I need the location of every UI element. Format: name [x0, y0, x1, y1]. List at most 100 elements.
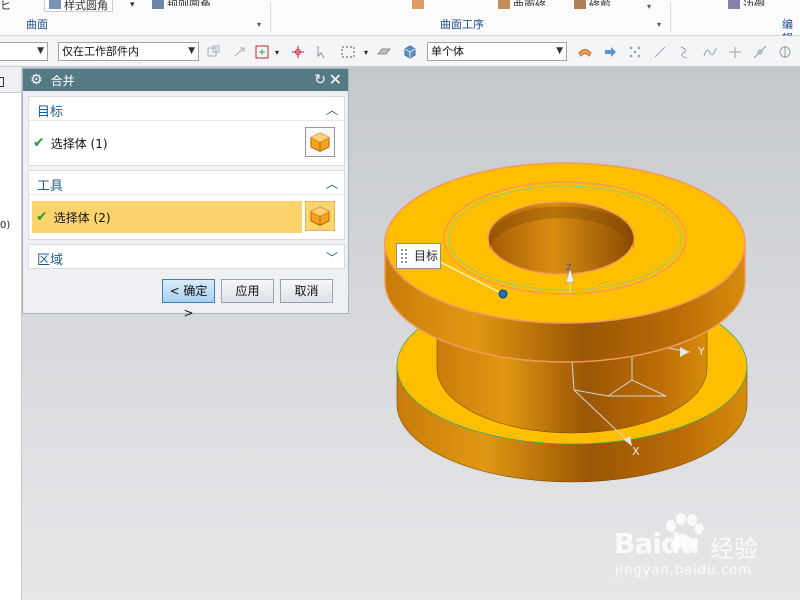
- ribbon-group-surface-more[interactable]: ▾: [257, 20, 261, 29]
- ribbon-separator: [270, 2, 271, 32]
- snap-arrow-icon[interactable]: [232, 44, 248, 60]
- body-rule-select[interactable]: 单个体 ▼: [427, 42, 567, 61]
- point-snap-icon[interactable]: [290, 44, 306, 60]
- intersection-snap-icon[interactable]: [727, 44, 743, 60]
- tool-select-body[interactable]: ✔ 选择体 (2): [32, 201, 302, 233]
- watermark-logo: Baidu: [614, 527, 700, 560]
- dialog-title-bar[interactable]: ⚙ 合并 ↻ ✕: [23, 69, 348, 91]
- style-blend-label: 样式圆角: [64, 0, 108, 12]
- unite-dialog: ⚙ 合并 ↻ ✕ 目标 ︿ ✔ 选择体 (1) 工具 ︿ ✔ 选择体 (2) 区…: [22, 68, 349, 320]
- trim-dropdown[interactable]: ▾: [647, 2, 651, 11]
- target-callout-label: 目标: [414, 249, 439, 263]
- rule-blend-button[interactable]: 规则圆角: [152, 0, 227, 13]
- rectangle-select-dropdown[interactable]: ▾: [361, 44, 371, 60]
- cube-icon: [310, 206, 330, 227]
- surface-trim-op-button[interactable]: 曲面修剪: [498, 0, 549, 13]
- part-navigator-strip: 0): [0, 67, 22, 600]
- edge-blend-button[interactable]: 边倒圆: [728, 0, 773, 13]
- tool-select-body-label: 选择体 (2): [53, 210, 111, 225]
- edge-blend-label: 边倒圆: [743, 0, 773, 6]
- grid-points-icon[interactable]: [627, 44, 643, 60]
- forward-arrow-icon[interactable]: [602, 44, 618, 60]
- trim-label: 修剪: [589, 0, 611, 6]
- cancel-button[interactable]: 取消: [280, 279, 333, 303]
- trim-button[interactable]: 修剪: [574, 0, 611, 13]
- checkmark-icon: ✔: [33, 135, 45, 151]
- navigator-tab-icon[interactable]: [0, 77, 4, 87]
- target-section: 目标 ︿ ✔ 选择体 (1): [28, 96, 345, 166]
- filter-assembly-icon[interactable]: [206, 44, 222, 60]
- navigator-fragment: 0): [0, 220, 11, 231]
- trim-icon: [574, 0, 586, 9]
- region-section-title: 区域: [37, 253, 64, 268]
- solid-shading-icon[interactable]: [376, 44, 392, 60]
- chevron-down-icon: ▼: [556, 46, 563, 56]
- selection-scope-select[interactable]: 仅在工作部件内 ▼: [58, 42, 199, 61]
- ribbon-group-edit: 编辑: [782, 18, 793, 45]
- chevron-down-icon: ▼: [37, 46, 44, 56]
- reset-icon[interactable]: ↻: [314, 72, 326, 88]
- target-select-body-button[interactable]: [305, 127, 335, 157]
- box-view-icon[interactable]: [402, 44, 418, 60]
- gear-icon[interactable]: ⚙: [30, 72, 43, 88]
- pointer-snap-icon[interactable]: [314, 44, 330, 60]
- region-section: 区域 ﹀: [28, 244, 345, 269]
- chevron-up-icon[interactable]: ︿: [326, 101, 338, 118]
- tool-section-header[interactable]: 工具 ︿: [29, 171, 344, 195]
- target-section-header[interactable]: 目标 ︿: [29, 97, 344, 121]
- body-rule-value: 单个体: [431, 45, 464, 58]
- style-blend-icon: [49, 0, 61, 9]
- pick-point-marker[interactable]: [498, 289, 508, 299]
- axis-y-label: Y: [697, 345, 705, 358]
- checkmark-icon: ✔: [36, 209, 48, 225]
- line-snap-icon[interactable]: [652, 44, 668, 60]
- axis-x-label: X: [632, 445, 640, 458]
- target-select-body[interactable]: ✔ 选择体 (1): [29, 127, 339, 159]
- style-blend-button[interactable]: 样式圆角: [44, 0, 113, 12]
- tool-section: 工具 ︿ ✔ 选择体 (2): [28, 170, 345, 240]
- rule-blend-icon: [152, 0, 164, 9]
- surface-op-label: 曲面修剪: [513, 0, 549, 6]
- drag-handle-icon[interactable]: [400, 248, 408, 264]
- edge-blend-icon: [728, 0, 740, 9]
- type-filter-select[interactable]: ▼: [0, 42, 48, 61]
- tool-select-body-button[interactable]: [305, 201, 335, 231]
- watermark-url: jingyan.baidu.com: [615, 563, 752, 578]
- chevron-down-icon[interactable]: ﹀: [326, 249, 338, 266]
- ribbon-group-surface: 曲面: [26, 18, 48, 31]
- curve-snap-icon[interactable]: [677, 44, 693, 60]
- select-feature-dropdown[interactable]: ▾: [272, 44, 282, 60]
- surface-op-icon: [498, 0, 510, 9]
- apply-button[interactable]: 应用: [221, 279, 274, 303]
- target-callout[interactable]: 目标: [396, 243, 441, 269]
- ribbon: ヒ 样式圆角 ▾ 规则圆角 曲面 ▾ 曲面修剪 修剪 ▾ 曲面工序 ▾ 边倒圆 …: [0, 0, 800, 45]
- region-section-header[interactable]: 区域 ﹀: [29, 245, 344, 269]
- ribbon-separator: [670, 2, 671, 32]
- tangent-snap-icon[interactable]: [752, 44, 768, 60]
- select-feature-icon[interactable]: [254, 44, 270, 60]
- target-select-body-label: 选择体 (1): [50, 136, 108, 151]
- ribbon-left-fragment-label: ヒ: [0, 0, 11, 12]
- center-snap-icon[interactable]: [777, 44, 793, 60]
- cube-icon: [310, 132, 330, 153]
- close-icon[interactable]: ✕: [329, 72, 342, 88]
- chevron-down-icon: ▼: [188, 46, 195, 56]
- baidu-watermark: Baidu 经验 jingyan.baidu.com: [612, 512, 762, 582]
- chevron-up-icon[interactable]: ︿: [326, 175, 338, 192]
- rectangle-select-icon[interactable]: [340, 44, 356, 60]
- ribbon-left-fragment[interactable]: ヒ: [0, 0, 11, 13]
- selection-scope-value: 仅在工作部件内: [62, 45, 139, 58]
- surface-trim-button[interactable]: [412, 0, 424, 13]
- ribbon-group-surface-ops: 曲面工序: [440, 18, 484, 31]
- axis-z-label: Z: [566, 263, 572, 272]
- dialog-title: 合并: [50, 73, 75, 88]
- watermark-cn: 经验: [710, 535, 758, 563]
- style-blend-dropdown[interactable]: ▾: [130, 0, 135, 13]
- face-select-icon[interactable]: [577, 44, 593, 60]
- ribbon-group-surface-ops-more[interactable]: ▾: [657, 20, 661, 29]
- selection-toolbar: ▼ 仅在工作部件内 ▼ ▾ ▾ 单个体 ▼: [0, 36, 800, 67]
- tool-section-title: 工具: [37, 179, 64, 194]
- spline-snap-icon[interactable]: [702, 44, 718, 60]
- ok-button[interactable]: < 确定 >: [162, 279, 215, 320]
- target-section-title: 目标: [37, 105, 64, 120]
